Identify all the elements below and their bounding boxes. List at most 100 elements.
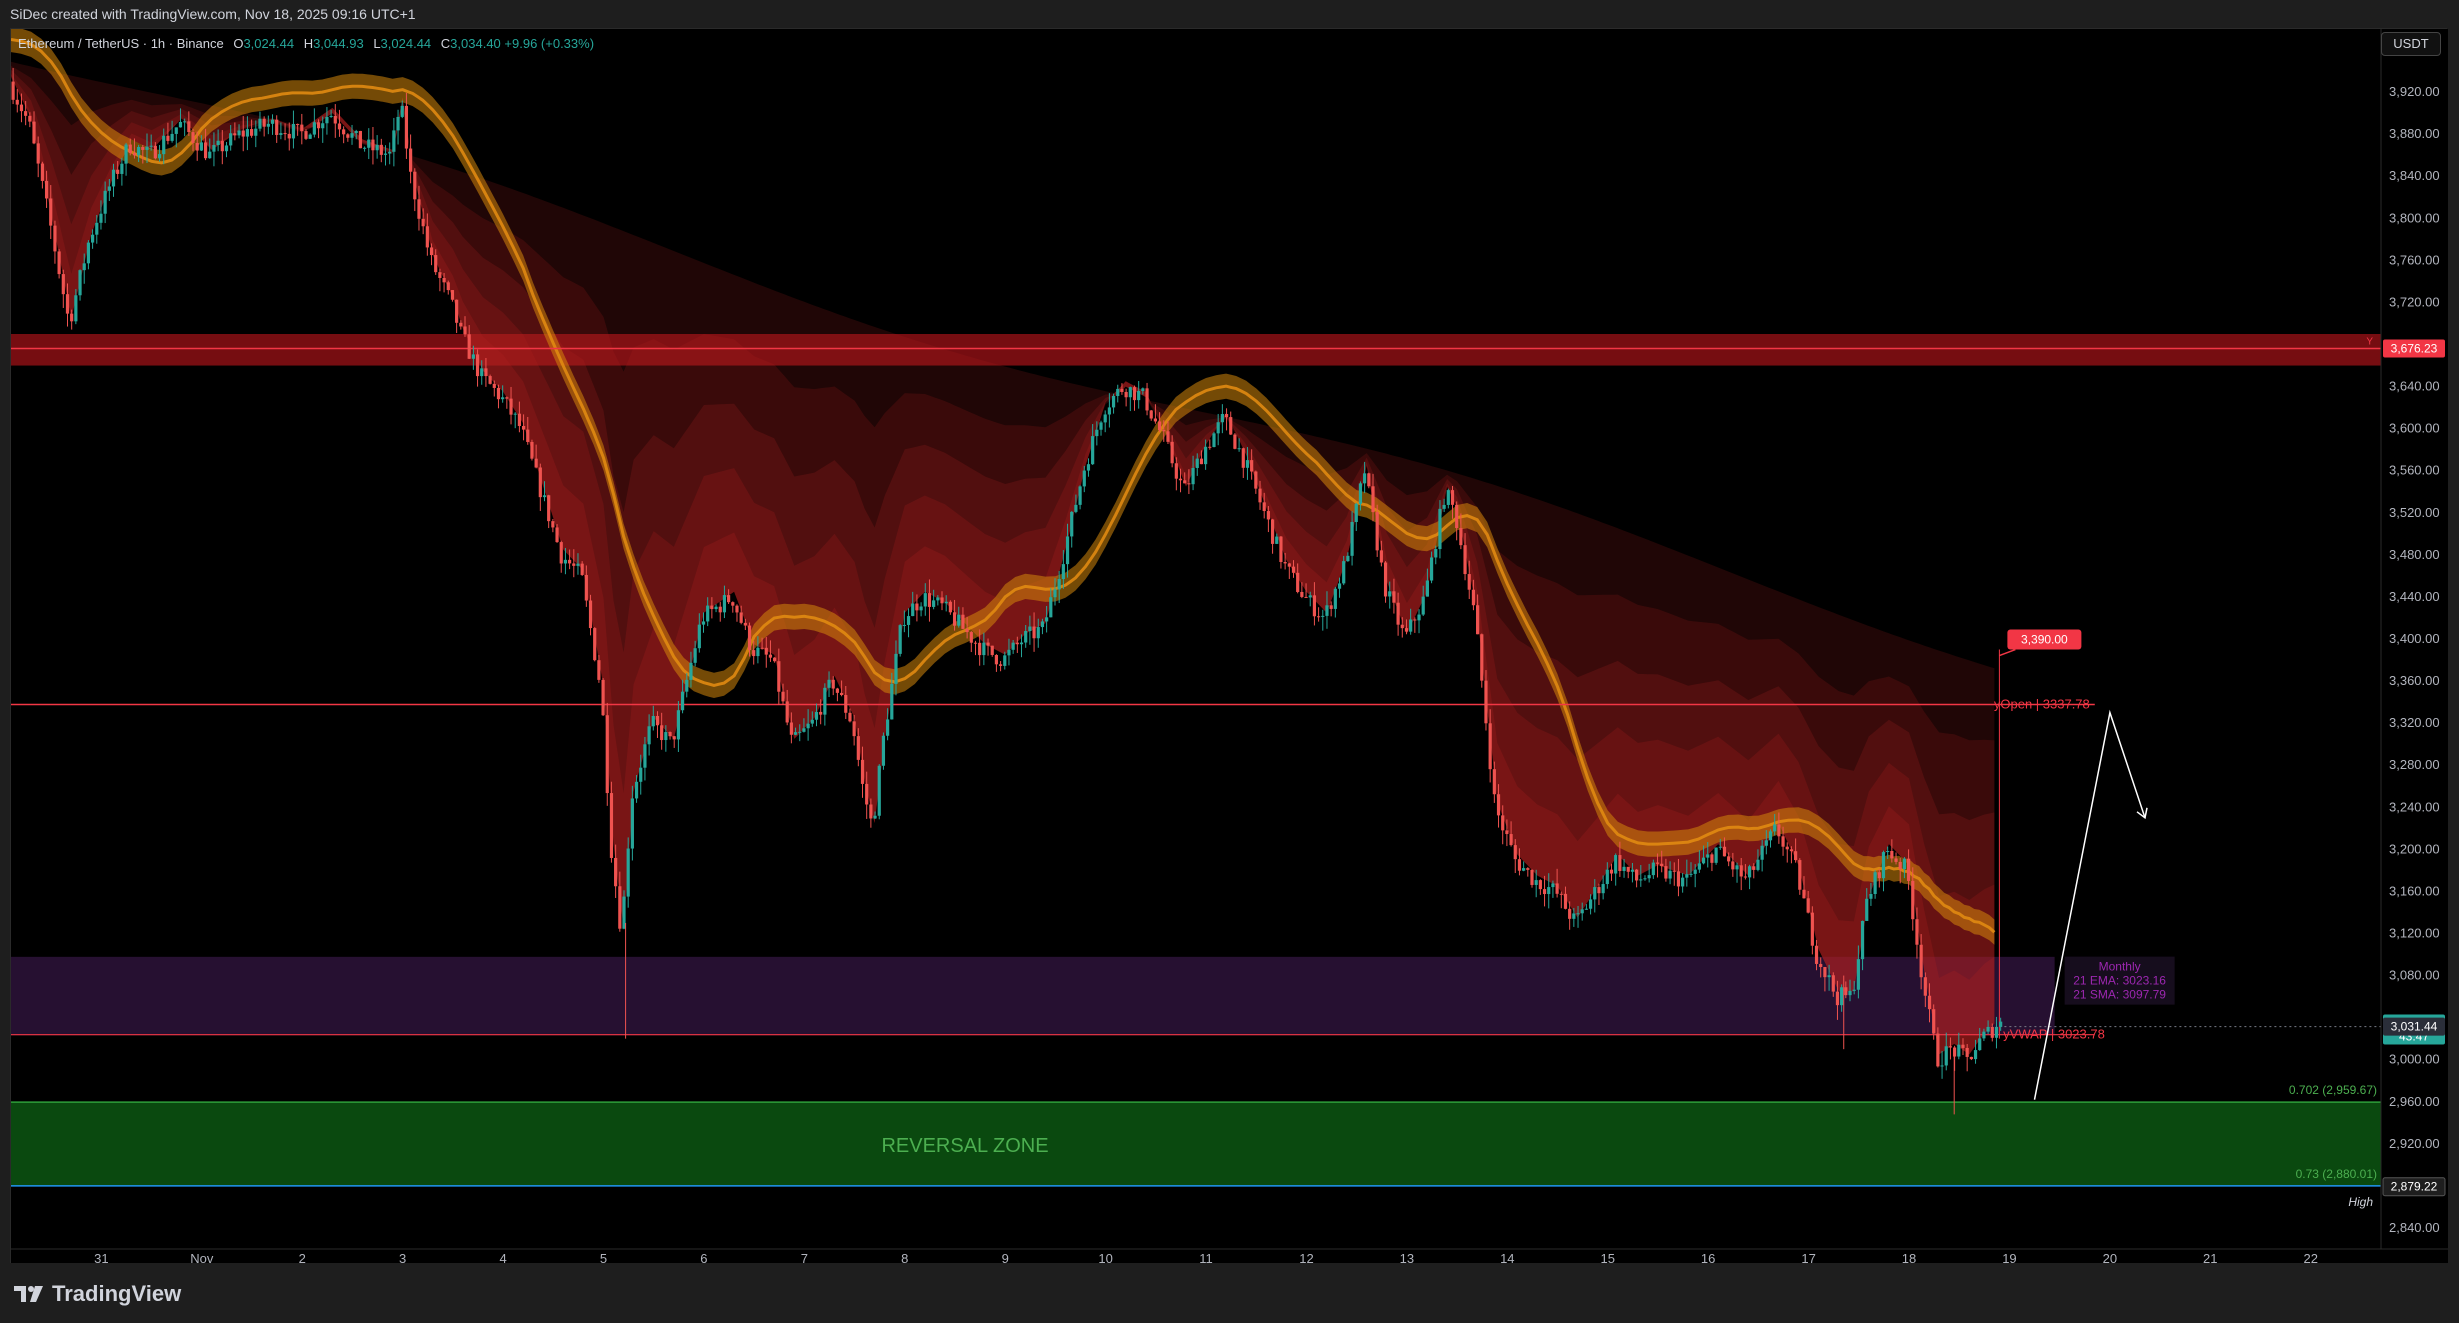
candle-body [1191,467,1195,485]
candle-body [434,255,438,273]
candle-body [689,662,693,680]
candle-body [49,198,53,226]
candle-body [1032,626,1036,639]
candle-body [446,282,450,291]
candle-body [944,601,948,604]
candle-body [1342,561,1346,584]
resistance-zone [11,334,2381,366]
price-tick-label: 3,320.00 [2389,715,2440,730]
tradingview-logo[interactable]: TradingView [14,1281,181,1307]
price-tick-label: 3,600.00 [2389,421,2440,436]
candle-body [764,647,768,655]
candle-body [1224,414,1229,418]
candle-body [417,199,421,219]
chart-area[interactable]: yOpen | 3337.78 yVWAP | 3023.78 REVERSAL Z… [10,28,2448,1264]
candle-body [1028,626,1032,632]
candle-body [1718,846,1722,848]
candle-body [57,251,61,275]
candle-body [1902,858,1907,870]
candle-body [965,628,969,633]
ohlc-legend: Ethereum / TetherUS · 1h · Binance O3,02… [18,36,594,51]
candle-body [1973,1050,1978,1060]
currency-button[interactable]: USDT [2381,32,2441,56]
candle-body [568,559,572,564]
candle-body [166,135,170,141]
candle-body [1040,621,1045,628]
candle-body [1270,519,1275,544]
price-badge-label: 2,879.22 [2391,1180,2438,1194]
candle-body [978,642,982,656]
candle-body [1442,504,1446,509]
monthly-ma-zone [11,956,2055,1036]
candle-body [1576,913,1580,915]
candle-body [388,151,392,154]
candle-body [848,712,852,722]
candle-body [53,225,57,252]
candle-body [1869,893,1873,899]
candle-body [844,695,848,713]
candle-body [973,642,978,644]
candle-body [1379,550,1383,563]
candle-body [1886,851,1890,853]
time-axis [11,1249,2448,1264]
candle-body [65,294,70,314]
candle-body [1789,849,1794,852]
candle-body [990,645,994,655]
y-level-marker: Y [2366,336,2373,347]
candle-body [1480,634,1484,681]
candle-body [216,140,220,146]
candle-body [496,387,501,400]
candle-body [1819,963,1823,968]
monthly-title: Monthly [2099,960,2141,974]
candle-body [1760,845,1764,860]
candle-body [241,130,245,137]
candle-body [1204,446,1208,465]
open-label: O [233,36,244,51]
candle-body [1936,1033,1940,1067]
candle-body [860,759,865,784]
candle-body [706,605,710,622]
candle-body [1467,574,1471,590]
symbol-label[interactable]: Ethereum / TetherUS · 1h · Binance [18,36,224,51]
candle-body [1614,855,1618,874]
candle-body [639,767,643,782]
candle-body [233,133,237,136]
candle-body [321,123,325,129]
candle-body [1848,990,1852,996]
candle-body [865,783,869,805]
candle-body [1814,945,1819,964]
candle-body [86,242,91,264]
candle-body [1400,624,1404,629]
price-chart[interactable]: yOpen | 3337.78 yVWAP | 3023.78 REVERSAL Z… [11,29,2448,1264]
candle-body [1710,854,1714,863]
candle-body [467,334,471,359]
candle-body [856,736,860,760]
candle-body [1429,557,1434,581]
candle-body [153,145,157,159]
candle-body [471,354,475,359]
candle-body [103,190,107,214]
candle-body [576,563,580,566]
candle-body [455,299,459,323]
candle-body [1250,460,1254,472]
candle-body [618,886,622,929]
candle-body [1823,967,1827,978]
candle-body [1513,845,1517,860]
candle-body [157,154,162,159]
candle-body [1906,858,1911,881]
candle-body [1881,852,1886,879]
candle-body [229,133,233,146]
candle-body [1266,511,1270,520]
candle-body [279,133,283,135]
candle-body [1153,418,1158,422]
candle-body [1568,908,1572,919]
candle-body [325,116,329,124]
candle-body [1693,869,1697,874]
candle-body [1346,555,1350,562]
candle-body [1593,887,1597,900]
candle-body [1057,579,1061,590]
price-tick-label: 3,760.00 [2389,252,2440,267]
candle-body [948,601,952,613]
candle-body [442,277,446,283]
candle-body [814,711,819,720]
